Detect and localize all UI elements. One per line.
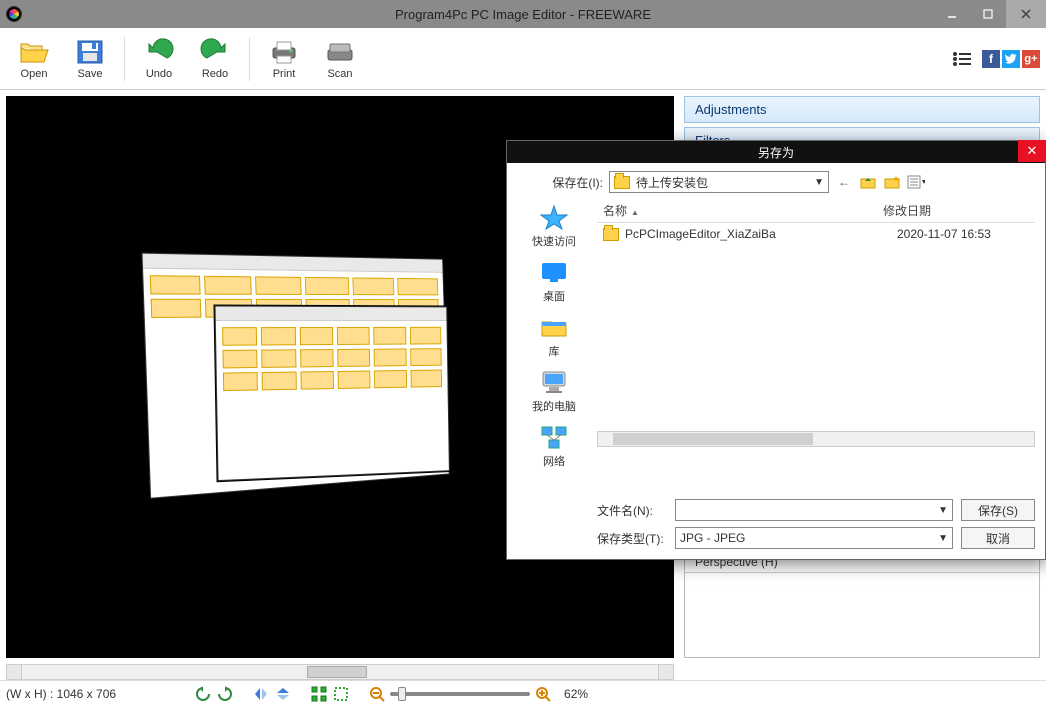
file-modified: 2020-11-07 16:53 — [897, 227, 991, 241]
close-button[interactable] — [1006, 0, 1046, 28]
save-button[interactable]: 保存(S) — [961, 499, 1035, 521]
file-row[interactable]: PcPCImageEditor_XiaZaiBa 2020-11-07 16:5… — [597, 223, 1035, 245]
zoom-in-icon[interactable] — [534, 685, 552, 703]
scan-label: Scan — [327, 68, 352, 80]
places-sidebar: 快速访问 桌面 库 我的电脑 网络 — [517, 199, 591, 474]
redo-button[interactable]: Redo — [187, 30, 243, 88]
new-folder-icon[interactable] — [883, 173, 901, 191]
cancel-button[interactable]: 取消 — [961, 527, 1035, 549]
window-title: Program4Pc PC Image Editor - FREEWARE — [395, 7, 651, 22]
adjustments-header[interactable]: Adjustments — [684, 96, 1040, 123]
pc-icon — [539, 369, 569, 395]
separator — [249, 37, 250, 81]
window-controls — [934, 0, 1046, 28]
scan-button[interactable]: Scan — [312, 30, 368, 88]
main-toolbar: Open Save Undo Redo Print Scan f g+ — [0, 28, 1046, 90]
zoom-slider[interactable] — [390, 692, 530, 696]
chevron-down-icon: ▼ — [814, 177, 824, 188]
list-view-icon[interactable] — [952, 51, 972, 67]
printer-icon — [268, 38, 300, 66]
chevron-down-icon: ▼ — [938, 533, 948, 544]
chevron-down-icon: ▼ — [938, 505, 948, 516]
actual-icon[interactable] — [332, 685, 350, 703]
main-titlebar: Program4Pc PC Image Editor - FREEWARE — [0, 0, 1046, 28]
folder-icon — [603, 228, 619, 241]
dialog-titlebar[interactable]: 另存为 ✕ — [507, 141, 1045, 163]
dialog-close-button[interactable]: ✕ — [1018, 140, 1046, 162]
sidebar-mypc[interactable]: 我的电脑 — [517, 364, 591, 419]
filetype-combo[interactable]: JPG - JPEG ▼ — [675, 527, 953, 549]
desktop-icon — [539, 259, 569, 285]
back-icon[interactable]: ← — [835, 173, 853, 191]
redo-label: Redo — [202, 68, 228, 80]
zoom-out-icon[interactable] — [368, 685, 386, 703]
filename-label: 文件名(N): — [517, 502, 667, 519]
sort-asc-icon: ▲ — [631, 208, 639, 217]
up-folder-icon[interactable] — [859, 173, 877, 191]
facebook-icon[interactable]: f — [982, 50, 1000, 68]
dimensions-label: (W x H) : 1046 x 706 — [6, 687, 116, 701]
zoom-value: 62% — [564, 687, 588, 701]
filename-input[interactable]: ▼ — [675, 499, 953, 521]
open-label: Open — [21, 68, 48, 80]
twitter-icon[interactable] — [1002, 50, 1020, 68]
undo-label: Undo — [146, 68, 172, 80]
redo-icon — [199, 38, 231, 66]
network-icon — [539, 424, 569, 450]
savein-value: 待上传安装包 — [636, 174, 708, 191]
file-scrollbar[interactable] — [597, 431, 1035, 447]
app-icon — [6, 6, 22, 22]
minimize-button[interactable] — [934, 0, 970, 28]
canvas-content — [146, 256, 506, 516]
savein-combo[interactable]: 待上传安装包 ▼ — [609, 171, 829, 193]
googleplus-icon[interactable]: g+ — [1022, 50, 1040, 68]
dialog-title: 另存为 — [758, 144, 794, 161]
separator — [124, 37, 125, 81]
file-list[interactable]: 名称▲ 修改日期 PcPCImageEditor_XiaZaiBa 2020-1… — [597, 199, 1035, 447]
sidebar-quick-access[interactable]: 快速访问 — [517, 199, 591, 254]
floppy-icon — [74, 38, 106, 66]
canvas-scrollbar[interactable] — [6, 664, 674, 680]
view-menu-icon[interactable] — [907, 173, 925, 191]
perspective-pane — [215, 305, 450, 481]
flip-v-icon[interactable] — [274, 685, 292, 703]
undo-button[interactable]: Undo — [131, 30, 187, 88]
rotate-right-icon[interactable] — [216, 685, 234, 703]
sidebar-libraries[interactable]: 库 — [517, 309, 591, 364]
save-as-dialog: 另存为 ✕ 保存在(I): 待上传安装包 ▼ ← 快速访问 — [506, 140, 1046, 560]
sidebar-desktop[interactable]: 桌面 — [517, 254, 591, 309]
flip-h-icon[interactable] — [252, 685, 270, 703]
folder-icon — [539, 314, 569, 340]
column-modified[interactable]: 修改日期 — [883, 202, 1029, 219]
folder-icon — [614, 176, 630, 189]
rotate-left-icon[interactable] — [194, 685, 212, 703]
save-label: Save — [77, 68, 102, 80]
print-label: Print — [273, 68, 296, 80]
star-icon — [539, 204, 569, 230]
print-button[interactable]: Print — [256, 30, 312, 88]
status-bar: (W x H) : 1046 x 706 62% — [0, 680, 1046, 706]
save-button[interactable]: Save — [62, 30, 118, 88]
savein-label: 保存在(I): — [517, 174, 603, 191]
fit-icon[interactable] — [310, 685, 328, 703]
filetype-label: 保存类型(T): — [517, 530, 667, 547]
maximize-button[interactable] — [970, 0, 1006, 28]
open-button[interactable]: Open — [6, 30, 62, 88]
undo-icon — [143, 38, 175, 66]
scanner-icon — [324, 38, 356, 66]
file-name: PcPCImageEditor_XiaZaiBa — [625, 227, 897, 241]
sidebar-network[interactable]: 网络 — [517, 419, 591, 474]
column-name[interactable]: 名称▲ — [603, 202, 883, 219]
folder-open-icon — [18, 38, 50, 66]
